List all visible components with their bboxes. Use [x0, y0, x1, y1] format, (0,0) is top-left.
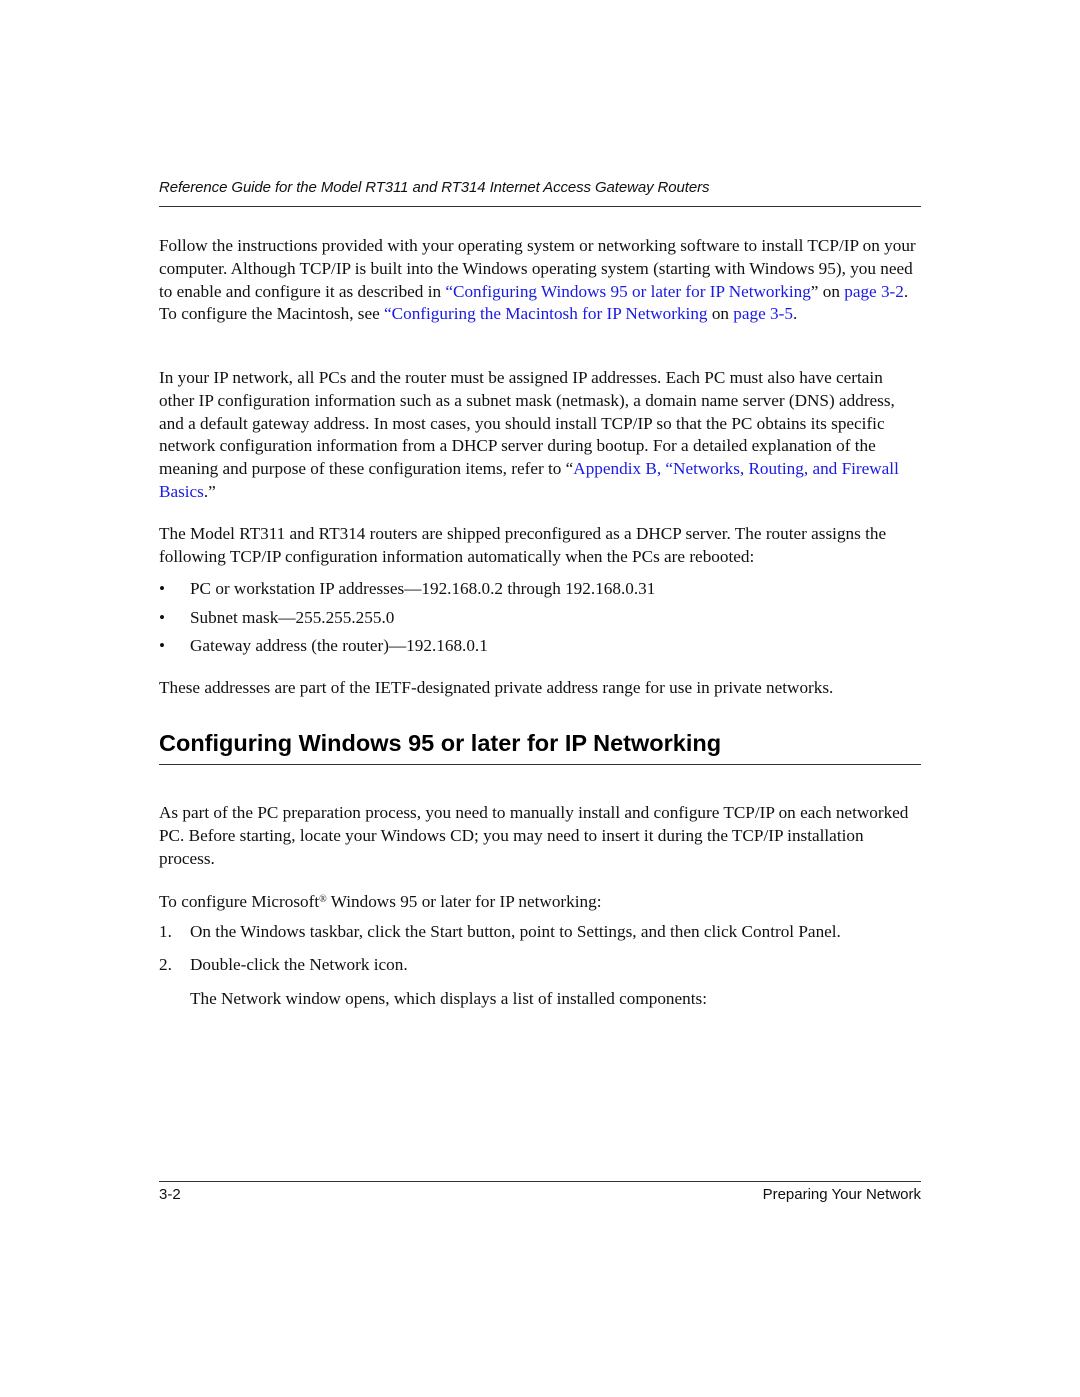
step-result-text: The Network window opens, which displays… — [190, 989, 707, 1008]
header-divider — [159, 206, 921, 207]
link-page-3-2[interactable]: page 3-2 — [844, 282, 904, 301]
running-header: Reference Guide for the Model RT311 and … — [159, 179, 710, 196]
intro-paragraph-3: The Model RT311 and RT314 routers are sh… — [159, 524, 887, 566]
intro-paragraph-2: In your IP network, all PCs and the rout… — [159, 368, 899, 501]
bullet-icon: • — [159, 579, 166, 598]
link-page-3-5[interactable]: page 3-5 — [733, 304, 793, 323]
section-paragraph-1: As part of the PC preparation process, y… — [159, 803, 909, 868]
intro-paragraph-4: These addresses are part of the IETF-des… — [159, 678, 834, 697]
intro-paragraph-1: Follow the instructions provided with yo… — [159, 236, 916, 324]
footer-divider — [159, 1181, 921, 1182]
section-paragraph-2: To configure Microsoft® Windows 95 or la… — [159, 892, 602, 911]
list-item: • Subnet mask—255.255.255.0 — [159, 607, 921, 636]
page-number: 3-2 — [159, 1186, 181, 1203]
list-item: • Gateway address (the router)—192.168.0.… — [159, 635, 921, 664]
section-divider — [159, 764, 921, 765]
bullet-icon: • — [159, 636, 166, 655]
chapter-title: Preparing Your Network — [762, 1186, 921, 1203]
registered-trademark-icon: ® — [319, 894, 327, 905]
step-item: 1. On the Windows taskbar, click the Star… — [159, 921, 921, 954]
link-configuring-windows-95[interactable]: “Configuring Windows 95 or later for IP … — [445, 282, 810, 301]
step-item: 2. Double-click the Network icon. — [159, 954, 921, 987]
link-configuring-macintosh[interactable]: “Configuring the Macintosh for IP Networ… — [384, 304, 707, 323]
step-number: 1. — [159, 922, 172, 941]
step-number: 2. — [159, 954, 172, 974]
dhcp-config-list: • PC or workstation IP addresses—192.168.… — [159, 578, 921, 664]
section-heading: Configuring Windows 95 or later for IP N… — [159, 730, 722, 756]
bullet-icon: • — [159, 607, 166, 627]
steps-list: 1. On the Windows taskbar, click the Star… — [159, 921, 921, 986]
list-item: • PC or workstation IP addresses—192.168.… — [159, 578, 921, 607]
